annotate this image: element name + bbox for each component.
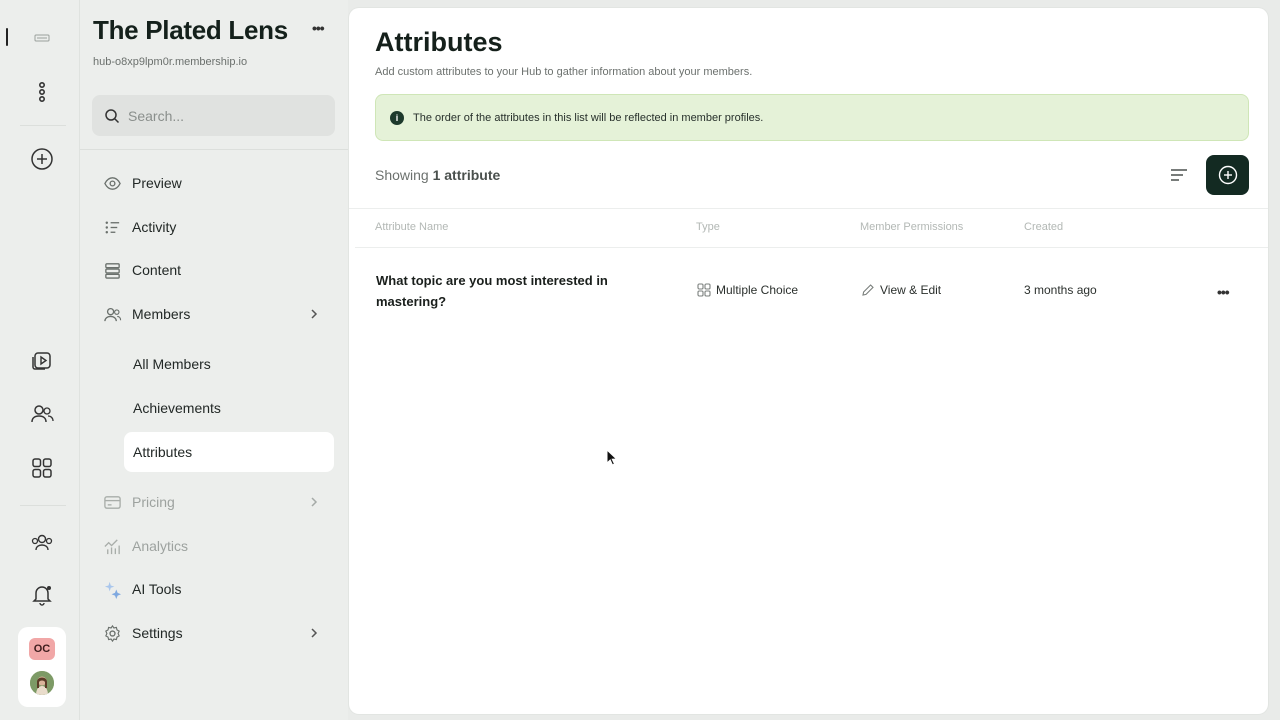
community-icon[interactable] xyxy=(22,522,62,562)
analytics-chart-icon xyxy=(104,538,120,554)
page-subtitle: Add custom attributes to your Hub to gat… xyxy=(375,66,753,78)
info-banner-text: The order of the attributes in this list… xyxy=(413,111,764,124)
attribute-name[interactable]: What topic are you most interested in ma… xyxy=(376,270,646,312)
nav-label: Activity xyxy=(132,219,177,235)
chevron-right-icon xyxy=(311,628,318,638)
nav-item-members[interactable]: Members xyxy=(92,294,335,334)
add-attribute-button[interactable] xyxy=(1206,155,1249,195)
nav-item-preview[interactable]: Preview xyxy=(92,163,335,203)
add-hub-icon[interactable] xyxy=(22,139,62,179)
apps-grid-icon[interactable] xyxy=(22,448,62,488)
search-input[interactable]: Search... xyxy=(92,95,335,136)
main-panel: Attributes Add custom attributes to your… xyxy=(349,8,1268,714)
row-more-options-icon[interactable]: ••• xyxy=(1217,284,1230,300)
toolbar-divider xyxy=(349,208,1268,209)
people-icon[interactable] xyxy=(22,394,62,434)
attribute-permissions-label: View & Edit xyxy=(880,283,942,297)
icon-rail: OC xyxy=(0,0,80,720)
nav-subitem-achievements[interactable]: Achievements xyxy=(124,388,334,428)
attribute-type-label: Multiple Choice xyxy=(716,283,799,297)
sidebar: The Plated Lens ••• hub-o8xp9lpm0r.membe… xyxy=(80,0,348,720)
nav-label: Members xyxy=(132,306,191,322)
nav-subitem-all-members[interactable]: All Members xyxy=(124,344,334,384)
content-stack-icon xyxy=(105,262,120,279)
account-switcher[interactable]: OC xyxy=(18,627,66,707)
profile-photo-avatar[interactable] xyxy=(30,671,54,695)
mouse-cursor-icon xyxy=(606,449,618,466)
chevron-right-icon xyxy=(311,497,318,507)
rail-divider xyxy=(20,505,66,506)
nav-item-pricing[interactable]: Pricing xyxy=(92,482,335,522)
notifications-bell-icon[interactable] xyxy=(22,574,62,614)
nav-subitem-attributes[interactable]: Attributes xyxy=(124,432,334,472)
showing-prefix: Showing xyxy=(375,167,429,183)
multiple-choice-icon xyxy=(697,283,711,297)
user-initials-avatar[interactable]: OC xyxy=(29,638,55,660)
nav-item-analytics[interactable]: Analytics xyxy=(92,526,335,566)
column-header-permissions[interactable]: Member Permissions xyxy=(860,221,963,233)
column-header-type[interactable]: Type xyxy=(696,221,720,233)
plus-circle-icon xyxy=(1218,165,1237,185)
video-library-icon[interactable] xyxy=(22,340,62,380)
nav-label: AI Tools xyxy=(132,581,182,597)
pencil-icon xyxy=(862,284,874,296)
nav-item-content[interactable]: Content xyxy=(92,250,335,290)
attribute-count: Showing 1 attribute xyxy=(375,167,500,183)
hub-options-icon[interactable]: ••• xyxy=(312,20,325,36)
hub-title[interactable]: The Plated Lens xyxy=(93,15,288,46)
gear-icon xyxy=(105,624,120,642)
column-header-created[interactable]: Created xyxy=(1024,221,1063,233)
nav-label: Pricing xyxy=(132,494,175,510)
info-banner: i The order of the attributes in this li… xyxy=(375,94,1249,141)
nav-label: Analytics xyxy=(132,538,189,554)
showing-count: 1 attribute xyxy=(432,167,501,183)
search-icon xyxy=(105,108,120,123)
sort-lines-icon xyxy=(1171,169,1187,181)
nav-item-settings[interactable]: Settings xyxy=(92,613,335,653)
more-vertical-icon[interactable] xyxy=(22,72,62,112)
sort-button[interactable] xyxy=(1167,163,1191,187)
attribute-created: 3 months ago xyxy=(1024,283,1097,297)
hub-url: hub-o8xp9lpm0r.membership.io xyxy=(93,56,248,68)
hub-logo-icon[interactable] xyxy=(22,18,62,58)
attribute-permissions: View & Edit xyxy=(861,283,941,297)
nav-label: Settings xyxy=(132,625,183,641)
attribute-type: Multiple Choice xyxy=(697,283,798,297)
rail-divider xyxy=(20,125,66,126)
column-header-name[interactable]: Attribute Name xyxy=(375,221,448,233)
eye-icon xyxy=(104,176,121,190)
active-indicator xyxy=(6,28,8,46)
chevron-right-icon xyxy=(311,309,318,319)
header-divider xyxy=(355,247,1268,248)
activity-list-icon xyxy=(105,221,120,233)
credit-card-icon xyxy=(104,495,121,509)
info-icon: i xyxy=(390,110,404,125)
nav-item-ai-tools[interactable]: AI Tools xyxy=(92,569,335,609)
nav-item-activity[interactable]: Activity xyxy=(92,207,335,247)
sidebar-divider xyxy=(80,149,348,150)
search-placeholder: Search... xyxy=(128,107,185,124)
nav-label: Preview xyxy=(132,175,182,191)
nav-label: Content xyxy=(132,262,182,278)
sparkle-icon xyxy=(104,581,122,599)
members-icon xyxy=(104,307,122,321)
page-title: Attributes xyxy=(375,27,503,57)
